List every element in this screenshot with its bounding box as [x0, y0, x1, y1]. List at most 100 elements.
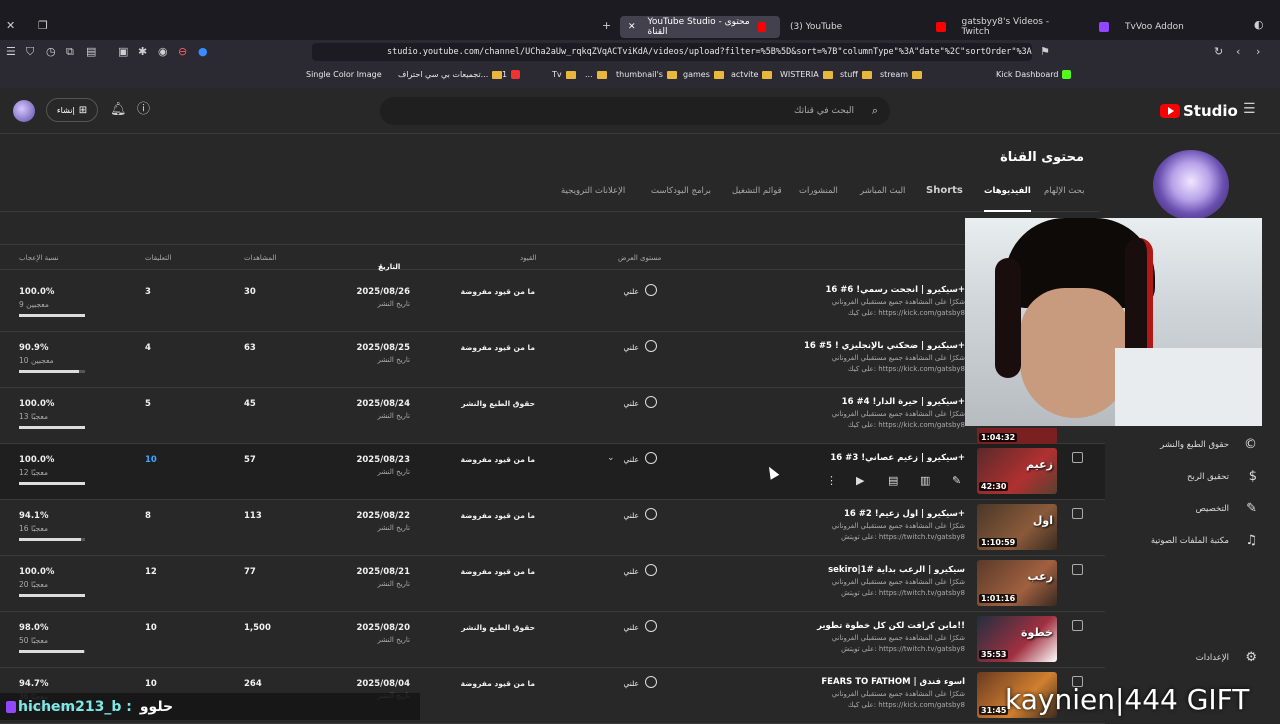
forward-icon[interactable]: ›: [1256, 46, 1260, 58]
bookmark-single-color[interactable]: Single Color Image: [306, 70, 382, 79]
col-views[interactable]: المشاهدات: [244, 254, 276, 262]
close-window-icon[interactable]: ✕: [6, 20, 15, 32]
table-row[interactable]: 100.0% 12 معجبًا 10 57 2025/08/23 تاريخ النشر…: [0, 444, 1105, 500]
table-row[interactable]: 94.1% 16 معجبًا 8 113 2025/08/22 تاريخ النشر م…: [0, 500, 1105, 556]
firefox-view-icon[interactable]: ◐: [1254, 19, 1264, 31]
visibility-value[interactable]: علني: [605, 679, 639, 688]
account-avatar[interactable]: [13, 100, 35, 122]
video-title[interactable]: سيكيرو | حيرة الدار! 4# 16+: [690, 397, 965, 407]
create-button[interactable]: إنشاء ⊞: [46, 98, 98, 122]
studio-logo[interactable]: Studio: [1160, 102, 1238, 120]
reload-icon[interactable]: ↻: [1214, 46, 1223, 58]
restore-window-icon[interactable]: ❐: [38, 20, 48, 32]
restrictions-value[interactable]: حقوق الطبع والنشر: [420, 399, 535, 408]
video-title[interactable]: FEARS TO FATHOM | اسوء فندق: [690, 677, 965, 687]
row-checkbox[interactable]: [1072, 564, 1083, 575]
address-bar[interactable]: studio.youtube.com/channel/UCha2aUw_rqkq…: [312, 43, 1032, 61]
extensions-icon[interactable]: ✱: [138, 46, 147, 58]
screenshot-icon[interactable]: ⧉: [66, 46, 74, 58]
col-restrictions[interactable]: القيود: [520, 254, 536, 262]
tab-live[interactable]: البث المباشر: [860, 186, 905, 196]
bookmark-stuff[interactable]: stuff: [840, 70, 872, 79]
video-thumbnail[interactable]: اول 1:10:59: [977, 504, 1057, 550]
comments-count[interactable]: 10: [145, 455, 157, 465]
video-thumbnail[interactable]: رعب 1:01:16: [977, 560, 1057, 606]
bell-icon[interactable]: 🔔︎: [110, 103, 127, 116]
back-icon[interactable]: ‹: [1236, 46, 1240, 58]
sidebar-item-customization[interactable]: التخصيص ✎: [1120, 498, 1265, 522]
bookmark-wisteria[interactable]: WISTERIA: [780, 70, 833, 79]
tab-inspiration[interactable]: بحث الإلهام: [1044, 186, 1084, 196]
sidebar-item-audio-library[interactable]: مكتبة الملفات الصوتية ♫: [1120, 530, 1265, 554]
video-thumbnail[interactable]: زعيم 42:30: [977, 448, 1057, 494]
col-visibility[interactable]: مستوى العرض: [618, 254, 661, 262]
visibility-value[interactable]: علني: [605, 343, 639, 352]
video-thumbnail[interactable]: 1:04:32: [977, 428, 1057, 444]
comments-icon[interactable]: ▤: [888, 474, 898, 487]
bookmark-stream[interactable]: stream: [880, 70, 923, 79]
reader-icon[interactable]: ▣: [118, 46, 128, 58]
channel-avatar[interactable]: [1153, 150, 1229, 220]
bookmark-thumbnails[interactable]: thumbnail's: [616, 70, 677, 79]
visibility-value[interactable]: علني: [605, 511, 639, 520]
tab-posts[interactable]: المنشورات: [799, 186, 838, 196]
hamburger-menu-icon[interactable]: ☰: [1243, 102, 1256, 116]
row-checkbox[interactable]: [1072, 508, 1083, 519]
tab-tvvoo-addon[interactable]: TvVoo Addon: [1085, 16, 1225, 38]
col-comments[interactable]: التعليقات: [145, 254, 171, 262]
restrictions-value[interactable]: حقوق الطبع والنشر: [420, 623, 535, 632]
table-row[interactable]: 98.0% 50 معجبًا 10 1,500 2025/08/20 تاريخ الن…: [0, 612, 1105, 668]
visibility-value[interactable]: علني: [605, 455, 639, 464]
tab-youtube[interactable]: (3) YouTube: [782, 16, 922, 38]
more-options-icon[interactable]: ⋮: [826, 474, 837, 487]
sidebar-item-settings[interactable]: الإعدادات ⚙: [1120, 647, 1265, 671]
visibility-value[interactable]: علني: [605, 287, 639, 296]
bookmark-more[interactable]: ...: [585, 70, 607, 79]
visibility-value[interactable]: علني: [605, 399, 639, 408]
table-row[interactable]: 100.0% 13 معجبًا 5 45 2025/08/24 تاريخ النشر ح…: [0, 388, 1105, 444]
tab-playlists[interactable]: قوائم التشغيل: [732, 186, 782, 196]
bookmark-tv[interactable]: Tv: [552, 70, 576, 79]
tab-videos[interactable]: الفيديوهات: [984, 186, 1031, 212]
sidebar-item-copyright[interactable]: حقوق الطبع والنشر ©: [1120, 434, 1265, 458]
video-thumbnail[interactable]: خطوة 35:53: [977, 616, 1057, 662]
tab-youtube-studio[interactable]: ✕ YouTube Studio - محتوى القناة: [620, 16, 780, 38]
tab-promotions[interactable]: الإعلانات الترويجية: [561, 186, 625, 196]
analytics-icon[interactable]: ▥: [920, 474, 930, 487]
bookmark-games[interactable]: games: [683, 70, 724, 79]
bookmark-actvite[interactable]: actvite: [731, 70, 773, 79]
sidebar-item-monetization[interactable]: تحقيق الربح $: [1120, 466, 1265, 490]
video-title[interactable]: ماين كرافت لكن كل خطوة تطوير!!: [690, 621, 965, 631]
new-tab-icon[interactable]: +: [602, 20, 611, 32]
visibility-value[interactable]: علني: [605, 623, 639, 632]
row-checkbox[interactable]: [1072, 452, 1083, 463]
bookmark-kick-dashboard[interactable]: Kick Dashboard: [996, 70, 1072, 79]
bookmark-1[interactable]: 1: [502, 70, 521, 79]
row-checkbox[interactable]: [1072, 620, 1083, 631]
tab-podcasts[interactable]: برامج البودكاست: [651, 186, 711, 196]
bookmark-pc[interactable]: تجميعات بي سي احتراف...: [398, 70, 503, 79]
table-row[interactable]: 100.0% 20 معجبًا 12 77 2025/08/21 تاريخ النشر…: [0, 556, 1105, 612]
sidebar-icon[interactable]: ▤: [86, 46, 96, 58]
table-row[interactable]: 90.9% 10 معجبين 4 63 2025/08/25 تاريخ النشر ما…: [0, 332, 1105, 388]
history-icon[interactable]: ◷: [46, 46, 56, 58]
edit-pencil-icon[interactable]: ✎: [952, 474, 961, 487]
video-title[interactable]: سيكيرو | ضحكني بالإنجليزي ! 5# 16+: [690, 341, 965, 351]
youtube-watch-icon[interactable]: ▶: [856, 474, 864, 487]
help-icon[interactable]: ⓘ: [137, 103, 150, 116]
table-row[interactable]: 100.0% 9 معجبين 3 30 2025/08/26 تاريخ النشر ما…: [0, 276, 1105, 332]
video-title[interactable]: سيكيرو | اول زعيم! 2# 16+: [690, 509, 965, 519]
extension-icon[interactable]: ◉: [158, 46, 168, 58]
video-title[interactable]: سيكيرو | انجحت رسمي! 6# 16+: [690, 285, 965, 295]
vpn-icon[interactable]: ●: [198, 46, 208, 58]
video-title[interactable]: سيكيرو | زعيم عصاني! 3# 16+: [690, 453, 965, 463]
record-icon[interactable]: ⊖: [178, 46, 187, 58]
tab-close-icon[interactable]: ✕: [628, 22, 636, 32]
tab-shorts[interactable]: Shorts: [926, 185, 963, 196]
video-title[interactable]: sekiro|1# سيكيرو | الرعب بداية: [690, 565, 965, 575]
col-like-ratio[interactable]: نسبة الإعجاب: [19, 254, 59, 262]
shield-icon[interactable]: ⛉: [26, 46, 34, 58]
search-icon[interactable]: ⌕: [872, 105, 878, 117]
tab-twitch-videos[interactable]: gatsbyy8's Videos - Twitch: [922, 16, 1082, 38]
menu-icon[interactable]: ☰: [6, 46, 16, 58]
